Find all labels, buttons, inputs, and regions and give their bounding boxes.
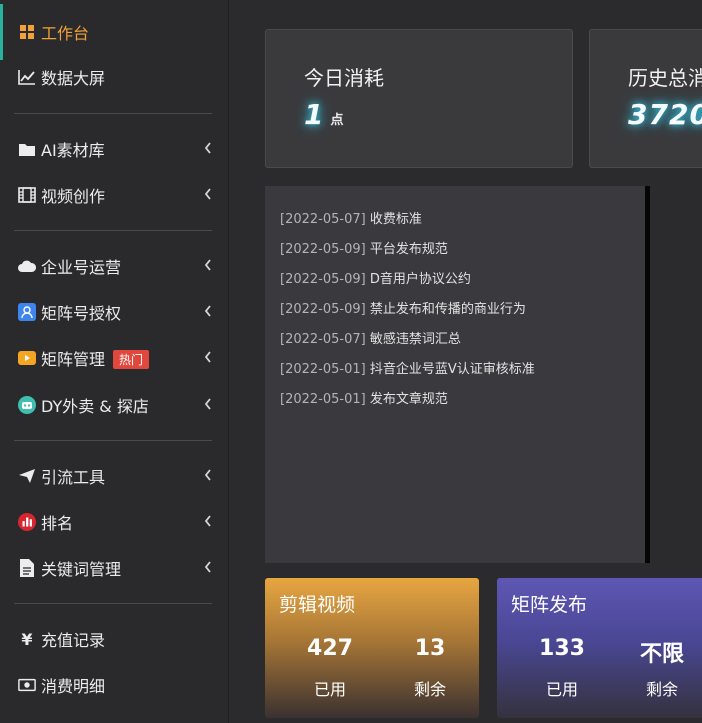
notice-item[interactable]: [2022-05-09] 平台发布规范 [280,238,448,257]
sidebar-item-label: 工作台 [41,24,90,43]
notice-title: 抖音企业号蓝V认证审核标准 [369,362,535,377]
stat-value: 3720. [628,98,702,131]
notice-date: [2022-05-09] [280,302,366,317]
sidebar-item-traffic-tools[interactable]: 引流工具 [0,456,228,496]
folder-icon [18,140,36,158]
usage-title: 矩阵发布 [511,594,588,616]
notice-date: [2022-05-09] [280,272,366,287]
sidebar-item-data-screen[interactable]: 数据大屏 [0,57,228,97]
sidebar-item-matrix-manage[interactable]: 矩阵管理 热门 [0,338,228,378]
sidebar-item-video-create[interactable]: 视频创作 [0,175,228,215]
sidebar-item-label: 企业号运营 [41,258,122,277]
sidebar-divider [14,113,212,114]
hot-badge: 热门 [113,350,150,369]
sidebar-divider [14,603,212,604]
cloud-icon [18,257,36,275]
remaining-count: 不限 [639,642,684,667]
bar-chart-icon [18,513,36,531]
chevron-left-icon [204,515,216,527]
chevron-left-icon [204,469,216,481]
used-label: 已用 [545,680,578,699]
sidebar-item-enterprise-ops[interactable]: 企业号运营 [0,246,228,286]
notice-date: [2022-05-01] [280,362,366,377]
sidebar-item-label: 关键词管理 [41,560,122,579]
notice-item[interactable]: [2022-05-01] 抖音企业号蓝V认证审核标准 [280,358,535,377]
notice-date: [2022-05-07] [280,212,366,227]
video-play-icon [18,349,36,367]
usage-card-matrix-publish: 矩阵发布 133 不限 已用 剩余 [497,578,702,718]
notice-title: 平台发布规范 [369,242,448,257]
sidebar-item-label: 充值记录 [41,631,106,650]
notice-item[interactable]: [2022-05-09] D音用户协议公约 [280,268,471,287]
chevron-left-icon [204,351,216,363]
used-count: 427 [307,636,353,661]
stat-value: 1点 [304,98,345,131]
notice-date: [2022-05-09] [280,242,366,257]
chevron-left-icon [204,188,216,200]
sidebar-item-recharge-records[interactable]: ¥ 充值记录 [0,619,228,659]
chevron-left-icon [204,561,216,573]
sidebar-item-keywords[interactable]: 关键词管理 [0,548,228,588]
sidebar-item-label: 矩阵号授权 [41,304,122,323]
sidebar-item-matrix-auth[interactable]: 矩阵号授权 [0,292,228,332]
usage-card-edit-video: 剪辑视频 427 13 已用 剩余 [265,578,479,718]
sidebar: 工作台 数据大屏 AI素材库 视频创作 企业号运营 矩阵号授权 矩阵管理 热门 … [0,0,229,723]
notice-item[interactable]: [2022-05-09] 禁止发布和传播的商业行为 [280,298,526,317]
notice-panel: [2022-05-07] 收费标准 [2022-05-09] 平台发布规范 [2… [265,186,650,563]
notice-item[interactable]: [2022-05-07] 收费标准 [280,208,422,227]
chevron-left-icon [204,142,216,154]
document-icon [18,559,36,577]
sidebar-item-ranking[interactable]: 排名 [0,502,228,542]
usage-title: 剪辑视频 [279,594,356,616]
chevron-left-icon [204,398,216,410]
remaining-label: 剩余 [645,680,678,699]
money-icon [18,676,36,694]
windows-icon [18,23,36,41]
stat-card-history: 历史总消 3720. [589,29,702,168]
notice-item[interactable]: [2022-05-01] 发布文章规范 [280,388,448,407]
sidebar-item-label: AI素材库 [41,141,105,160]
notice-title: 敏感违禁词汇总 [369,332,461,347]
sidebar-item-label: 矩阵管理 [41,350,106,369]
chevron-left-icon [204,305,216,317]
stat-unit: 点 [330,113,345,128]
notice-title: 发布文章规范 [369,392,448,407]
line-chart-icon [18,68,36,86]
stat-title: 今日消耗 [304,66,384,90]
sidebar-item-label: 消费明细 [41,677,106,696]
notice-date: [2022-05-01] [280,392,366,407]
remaining-count: 13 [414,636,446,661]
notice-item[interactable]: [2022-05-07] 敏感违禁词汇总 [280,328,461,347]
chevron-left-icon [204,259,216,271]
sidebar-item-label: 排名 [41,514,74,533]
sidebar-item-dy-takeout[interactable]: DY外卖 & 探店 [0,385,228,425]
stat-number: 1 [304,98,325,131]
user-card-icon [18,303,36,321]
sidebar-item-label-wrap: 矩阵管理 热门 [41,346,150,370]
notice-title: D音用户协议公约 [369,272,471,287]
notice-date: [2022-05-07] [280,332,366,347]
used-label: 已用 [313,680,346,699]
sidebar-item-workbench[interactable]: 工作台 [0,4,228,60]
robot-icon [18,396,36,414]
notice-title: 禁止发布和传播的商业行为 [369,302,526,317]
sidebar-item-consumption-details[interactable]: 消费明细 [0,665,228,705]
stat-card-today: 今日消耗 1点 [265,29,573,168]
notice-title: 收费标准 [369,212,422,227]
sidebar-item-ai-library[interactable]: AI素材库 [0,129,228,169]
sidebar-item-label: 引流工具 [41,468,106,487]
sidebar-divider [14,230,212,231]
sidebar-item-label: DY外卖 & 探店 [41,397,149,416]
used-count: 133 [539,636,585,661]
remaining-label: 剩余 [413,680,446,699]
sidebar-divider [14,440,212,441]
sidebar-item-label: 数据大屏 [41,69,106,88]
send-icon [18,467,36,485]
yen-icon: ¥ [21,629,33,649]
sidebar-item-label: 视频创作 [41,187,106,206]
stat-title: 历史总消 [628,66,702,90]
film-icon [18,186,36,204]
